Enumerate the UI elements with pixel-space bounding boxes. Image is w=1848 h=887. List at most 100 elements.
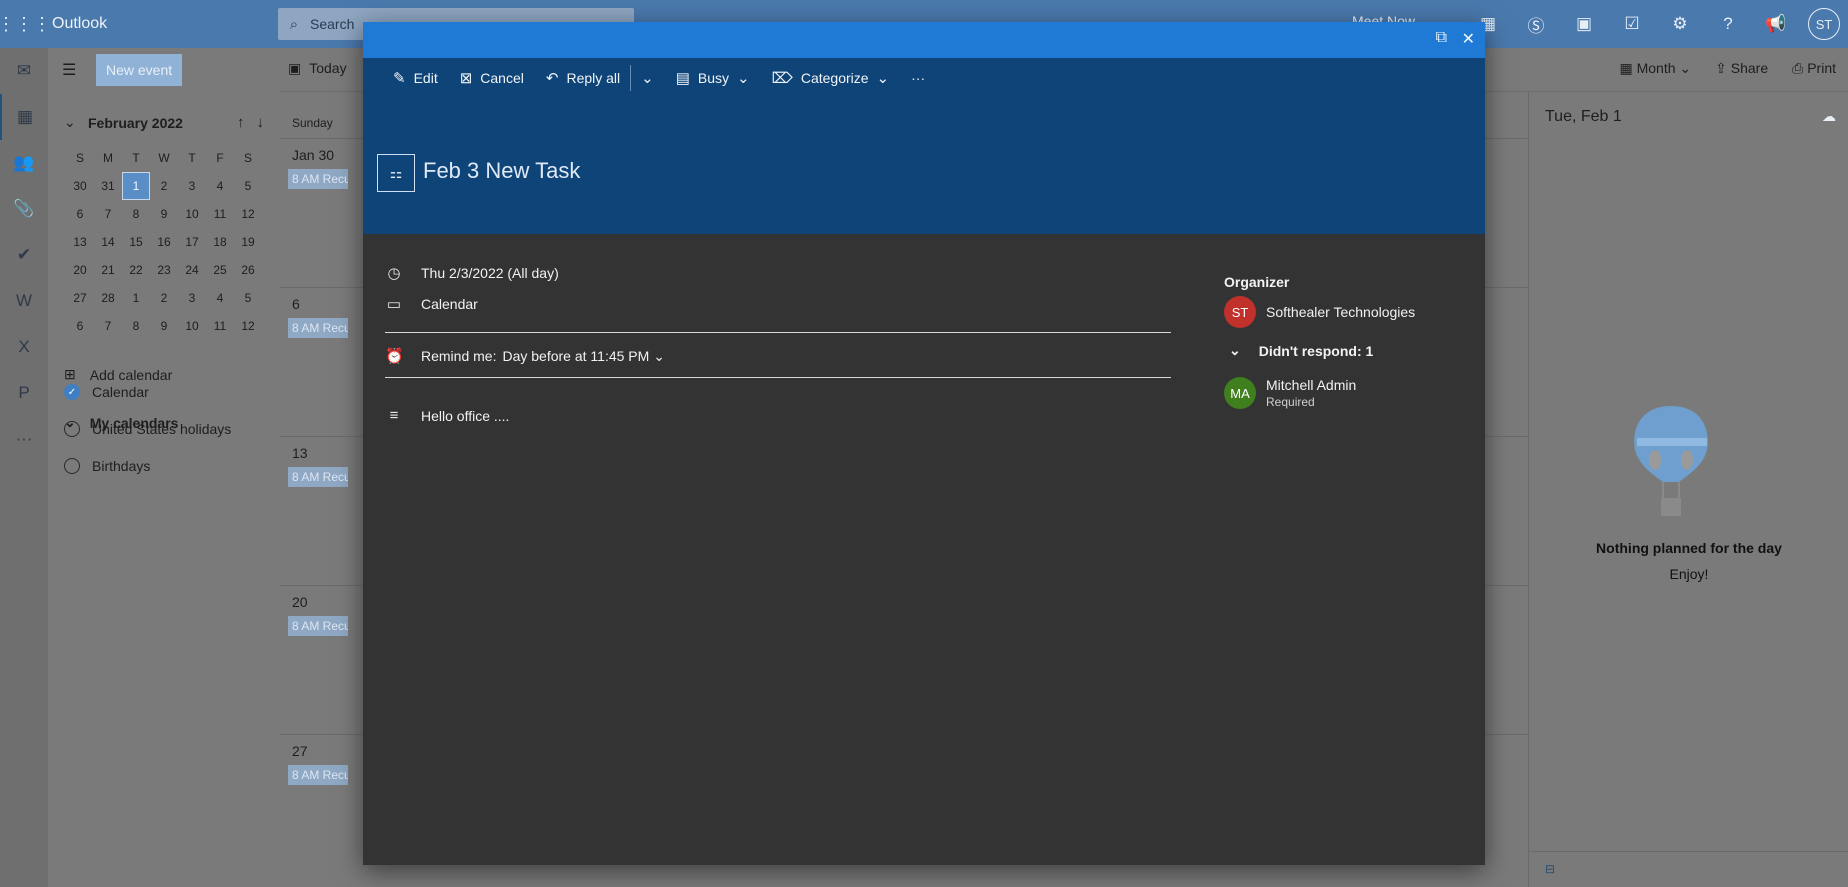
todo-check-icon[interactable]: ✔: [0, 232, 48, 278]
mini-day[interactable]: 31: [94, 172, 122, 200]
mini-day[interactable]: 27: [66, 284, 94, 312]
mini-day[interactable]: 26: [234, 256, 262, 284]
mini-day[interactable]: 10: [178, 200, 206, 228]
mini-day[interactable]: 16: [150, 228, 178, 256]
mini-day[interactable]: 11: [206, 200, 234, 228]
app-launcher-icon[interactable]: ⋮⋮⋮: [0, 0, 51, 48]
more-options-button[interactable]: ···: [911, 70, 925, 86]
app-name[interactable]: Outlook: [52, 15, 282, 33]
collapse-chevron-icon[interactable]: ⌄: [64, 114, 88, 131]
mini-day[interactable]: 18: [206, 228, 234, 256]
event-chip[interactable]: 8 AM Recursi: [288, 467, 348, 487]
mini-day[interactable]: 9: [150, 200, 178, 228]
calendar-item-calendar[interactable]: ✓ Calendar: [64, 384, 149, 400]
mini-day[interactable]: 6: [66, 312, 94, 340]
word-icon[interactable]: ▣: [1560, 0, 1608, 48]
calendar-item-us-holidays[interactable]: United States holidays: [64, 421, 231, 437]
share-button[interactable]: ⇪ Share: [1715, 60, 1768, 77]
mini-day[interactable]: 3: [178, 284, 206, 312]
reminder-row[interactable]: ⏰ Remind me: Day before at 11:45 PM ⌄: [385, 347, 665, 366]
calendar-icon[interactable]: ▦: [0, 94, 48, 140]
event-chip[interactable]: 8 AM Recursi: [288, 318, 348, 338]
mini-day[interactable]: 6: [66, 200, 94, 228]
hamburger-menu-icon[interactable]: ☰: [62, 60, 76, 80]
people-icon[interactable]: 👥: [0, 140, 48, 186]
view-switcher-button[interactable]: ▦ Month ⌄: [1619, 60, 1691, 77]
feedback-megaphone-icon[interactable]: 📢: [1752, 0, 1800, 48]
cancel-event-button[interactable]: ⊠ Cancel: [460, 69, 524, 87]
my-day-icon[interactable]: ☑: [1608, 0, 1656, 48]
show-as-busy-dropdown[interactable]: ▤ Busy ⌄: [676, 69, 750, 87]
mini-day-today[interactable]: 1: [122, 172, 150, 200]
mini-day[interactable]: 4: [206, 172, 234, 200]
categorize-dropdown[interactable]: ⌦ Categorize ⌄: [772, 69, 890, 87]
mini-day[interactable]: 8: [122, 312, 150, 340]
mini-day[interactable]: 4: [206, 284, 234, 312]
mini-day[interactable]: 17: [178, 228, 206, 256]
mini-day[interactable]: 24: [178, 256, 206, 284]
mini-day[interactable]: 25: [206, 256, 234, 284]
mini-day[interactable]: 5: [234, 172, 262, 200]
mini-day[interactable]: 10: [178, 312, 206, 340]
mini-day[interactable]: 20: [66, 256, 94, 284]
unchecked-circle-icon[interactable]: [64, 421, 80, 437]
close-icon[interactable]: ✕: [1462, 29, 1475, 49]
add-calendar-button[interactable]: ⊞ Add calendar: [64, 366, 172, 383]
reminder-value[interactable]: Day before at 11:45 PM: [502, 348, 649, 364]
pop-out-icon[interactable]: ⧉: [1436, 29, 1447, 47]
settings-gear-icon[interactable]: ⚙: [1656, 0, 1704, 48]
mini-day[interactable]: 11: [206, 312, 234, 340]
collapse-pane-icon[interactable]: ⊟: [1545, 862, 1555, 876]
unchecked-circle-icon[interactable]: [64, 458, 80, 474]
skype-icon[interactable]: Ⓢ: [1512, 0, 1560, 48]
excel-app-icon[interactable]: X: [0, 324, 48, 370]
response-group-toggle[interactable]: ⌄ Didn't respond: 1: [1229, 342, 1373, 359]
mini-day[interactable]: 2: [150, 284, 178, 312]
mini-day[interactable]: 5: [234, 284, 262, 312]
mini-day[interactable]: 7: [94, 200, 122, 228]
mini-day[interactable]: 28: [94, 284, 122, 312]
edit-button[interactable]: ✎ Edit: [393, 69, 438, 87]
calendar-item-birthdays[interactable]: Birthdays: [64, 458, 150, 474]
new-event-button[interactable]: New event: [96, 54, 183, 86]
mini-day[interactable]: 13: [66, 228, 94, 256]
reply-options-dropdown[interactable]: ⌄: [641, 69, 654, 87]
mini-day[interactable]: 3: [178, 172, 206, 200]
previous-month-arrow-icon[interactable]: ↑: [237, 114, 245, 131]
checked-circle-icon[interactable]: ✓: [64, 384, 80, 400]
mini-day[interactable]: 22: [122, 256, 150, 284]
today-button[interactable]: ▣ Today: [288, 60, 347, 77]
mini-day[interactable]: 8: [122, 200, 150, 228]
weather-cloud-icon[interactable]: ☁: [1822, 108, 1836, 125]
event-chip[interactable]: 8 AM Recursi: [288, 616, 348, 636]
mini-day[interactable]: 21: [94, 256, 122, 284]
divider: [385, 332, 1171, 333]
event-chip[interactable]: 8 AM Recursi: [288, 765, 348, 785]
mini-day[interactable]: 12: [234, 312, 262, 340]
mini-day[interactable]: 23: [150, 256, 178, 284]
more-apps-icon[interactable]: ···: [0, 416, 48, 462]
mini-day[interactable]: 12: [234, 200, 262, 228]
word-app-icon[interactable]: W: [0, 278, 48, 324]
mini-day[interactable]: 2: [150, 172, 178, 200]
chevron-down-icon[interactable]: ⌄: [653, 348, 665, 365]
organizer-person[interactable]: ST Softhealer Technologies: [1224, 296, 1415, 328]
event-chip[interactable]: 8 AM Recursi: [288, 169, 348, 189]
attendee-person[interactable]: MA Mitchell Admin Required: [1224, 377, 1356, 409]
mini-day[interactable]: 30: [66, 172, 94, 200]
reply-all-button[interactable]: ↶ Reply all: [546, 69, 620, 87]
mini-day[interactable]: 19: [234, 228, 262, 256]
account-avatar[interactable]: ST: [1808, 8, 1840, 40]
attachment-icon[interactable]: 📎: [0, 186, 48, 232]
mini-day[interactable]: 9: [150, 312, 178, 340]
mini-day[interactable]: 15: [122, 228, 150, 256]
next-month-arrow-icon[interactable]: ↓: [257, 114, 265, 131]
mail-icon[interactable]: ✉: [0, 48, 48, 94]
powerpoint-app-icon[interactable]: P: [0, 370, 48, 416]
mini-calendar-month[interactable]: February 2022: [88, 115, 183, 131]
mini-day[interactable]: 7: [94, 312, 122, 340]
print-button[interactable]: ⎙ Print: [1792, 60, 1836, 77]
help-icon[interactable]: ?: [1704, 0, 1752, 48]
mini-day[interactable]: 1: [122, 284, 150, 312]
mini-day[interactable]: 14: [94, 228, 122, 256]
